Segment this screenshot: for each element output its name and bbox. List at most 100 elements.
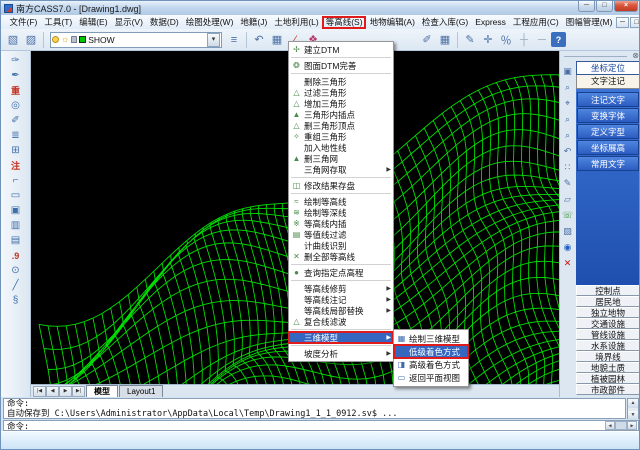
menu-feature-edit[interactable]: 地物编辑(A) [366, 16, 418, 29]
menu-check-import[interactable]: 检查入库(G) [418, 16, 471, 29]
menu-item-contour-trim[interactable]: 等高线修剪▶ [289, 283, 393, 294]
submenu-item-draw-3d-model[interactable]: ▦绘制三维模型 [394, 332, 468, 345]
menu-item-dtm-refine[interactable]: ❂图面DTM完善 [289, 60, 393, 71]
menu-item-delete-all-contours[interactable]: ✕删全部等高线 [289, 251, 393, 262]
menu-item-query-elevation[interactable]: ●查询指定点高程 [289, 267, 393, 278]
category-control-points[interactable]: 控制点 [576, 285, 640, 296]
tab-nav-last-icon[interactable]: ▶| [72, 386, 85, 397]
annotate-icon[interactable]: 注 [5, 158, 27, 173]
phone-icon[interactable]: ☏ [561, 207, 574, 223]
divide-icon[interactable]: ┼ [515, 31, 533, 49]
copy-icon[interactable]: ▱ [561, 191, 574, 207]
move-icon[interactable]: ✛ [479, 31, 497, 49]
copy-link-icon[interactable]: ％ [497, 31, 515, 49]
submenu-item-high-shading[interactable]: ◨高级着色方式 [394, 358, 468, 371]
image-icon[interactable]: ▨ [561, 223, 574, 239]
menu-landuse[interactable]: 土地利用(L) [271, 16, 322, 29]
view-3d-icon[interactable]: ▣ [561, 63, 574, 79]
plot-tool-icon[interactable]: ✑ [5, 53, 27, 68]
menu-item-save-result[interactable]: ◫修改结果存盘 [289, 180, 393, 191]
menu-item-index-contour[interactable]: 计曲线识别 [289, 240, 393, 251]
command-input[interactable]: 命令: ◀ ▶ [3, 420, 639, 431]
tab-nav-first-icon[interactable]: |◀ [33, 386, 46, 397]
block-icon[interactable]: ▣ [5, 203, 27, 218]
window-grid-icon[interactable]: ▦ [436, 31, 454, 49]
coord-elevation-button[interactable]: 坐标展高 [577, 140, 639, 155]
menu-item-polyline-smooth[interactable]: △复合线滤波 [289, 316, 393, 327]
undo-icon[interactable]: ↶ [561, 143, 574, 159]
tab-nav-prev-icon[interactable]: ◀ [46, 386, 59, 397]
category-landform[interactable]: 地貌土质 [576, 362, 640, 373]
annotate-text-button[interactable]: 注记文字 [577, 92, 639, 107]
palette-icon[interactable]: ✐ [5, 113, 27, 128]
menu-cadastre[interactable]: 地籍(J) [237, 16, 271, 29]
scroll-up-icon[interactable]: ▲ [628, 399, 638, 408]
layer-color-swatch[interactable] [79, 36, 86, 43]
point-array-icon[interactable]: ∷ [561, 159, 574, 175]
menu-edit[interactable]: 编辑(E) [76, 16, 111, 29]
delete-icon[interactable]: ✕ [561, 255, 574, 271]
category-traffic[interactable]: 交通设施 [576, 318, 640, 329]
zoom-out-icon[interactable]: ⌕ [561, 127, 574, 143]
layer-control-dropdown[interactable]: ☼ SHOW ▾ [50, 32, 222, 48]
menu-item-draw-contour[interactable]: ≈绘制等高线 [289, 196, 393, 207]
scroll-left-icon[interactable]: ◀ [605, 421, 615, 430]
zoom-center-icon[interactable]: ⌖ [561, 95, 574, 111]
elevation-icon[interactable]: .9 [5, 248, 27, 263]
maximize-button[interactable]: □ [596, 1, 613, 12]
common-text-button[interactable]: 常用文字 [577, 156, 639, 171]
info-icon[interactable]: ◉ [561, 239, 574, 255]
menu-contour[interactable]: 等高线(S) [322, 16, 366, 29]
shade-view-icon[interactable]: ▨ [22, 31, 40, 49]
line-icon[interactable]: ╱ [5, 278, 27, 293]
layer-on-icon[interactable] [52, 36, 59, 43]
save-icon[interactable]: ▦ [268, 31, 286, 49]
menu-item-add-terrain-line[interactable]: 加入地性线 [289, 142, 393, 153]
submenu-item-low-shading[interactable]: ◫低级着色方式 [394, 345, 468, 358]
menu-item-filter-triangle[interactable]: △过滤三角形 [289, 87, 393, 98]
grid-select-icon[interactable]: ⊞ [5, 143, 27, 158]
menu-item-build-dtm[interactable]: ✢建立DTM [289, 44, 393, 55]
chevron-down-icon[interactable]: ▾ [207, 33, 220, 47]
coord-locate-button[interactable]: 坐标定位 [576, 61, 640, 75]
menu-item-regroup-triangle[interactable]: ✧重组三角形 [289, 131, 393, 142]
category-boundary[interactable]: 境界线 [576, 351, 640, 362]
menu-item-contour-annotate[interactable]: 等高线注记▶ [289, 294, 393, 305]
change-font-button[interactable]: 变换字体 [577, 108, 639, 123]
scroll-right-icon[interactable]: ▶ [627, 421, 637, 430]
command-vscrollbar[interactable]: ▲ ▼ [627, 398, 639, 419]
menu-item-contour-interp[interactable]: ※等高线内插 [289, 218, 393, 229]
menu-file[interactable]: 文件(F) [6, 16, 41, 29]
spline-icon[interactable]: § [5, 293, 27, 308]
edit-object-icon[interactable]: ✐ [418, 31, 436, 49]
scroll-thumb[interactable] [615, 421, 627, 430]
menu-item-contour-replace[interactable]: 等高线局部替换▶ [289, 305, 393, 316]
join-icon[interactable]: ─ [533, 31, 551, 49]
tab-model[interactable]: 模型 [86, 385, 118, 397]
category-municipal[interactable]: 市政部件 [576, 384, 640, 395]
menu-sheet-manage[interactable]: 图幅管理(M) [562, 16, 616, 29]
layer-freeze-icon[interactable]: ☼ [61, 35, 69, 44]
draw-pencil-icon[interactable]: ✎ [461, 31, 479, 49]
mdi-minimize-button[interactable]: ─ [616, 17, 629, 28]
zoom-in-icon[interactable]: ⌕ [561, 111, 574, 127]
menu-item-insert-point[interactable]: ▲三角形内插点 [289, 109, 393, 120]
rectangle-icon[interactable]: ▭ [5, 188, 27, 203]
menu-item-isoline-filter[interactable]: ▤等值线过滤 [289, 229, 393, 240]
edit-icon[interactable]: ✎ [561, 175, 574, 191]
hatch-icon[interactable]: ▥ [5, 218, 27, 233]
panel-close-icon[interactable]: ⊗ [632, 51, 639, 61]
circle-icon[interactable]: ⊙ [5, 263, 27, 278]
category-independent[interactable]: 独立地物 [576, 307, 640, 318]
menu-view[interactable]: 显示(V) [111, 16, 146, 29]
menu-item-draw-isobath[interactable]: ≋绘制等深线 [289, 207, 393, 218]
mdi-restore-button[interactable]: □ [630, 17, 640, 28]
menu-item-tin-storage[interactable]: 三角网存取▶ [289, 164, 393, 175]
menu-item-slope-analysis[interactable]: 坡度分析▶ [289, 348, 393, 359]
sketch-tool-icon[interactable]: ✒ [5, 68, 27, 83]
scroll-down-icon[interactable]: ▼ [628, 411, 638, 420]
menu-item-add-triangle[interactable]: △增加三角形 [289, 98, 393, 109]
surface-view-icon[interactable]: ▧ [4, 31, 22, 49]
category-vegetation[interactable]: 植被园林 [576, 373, 640, 384]
category-water[interactable]: 水系设施 [576, 340, 640, 351]
